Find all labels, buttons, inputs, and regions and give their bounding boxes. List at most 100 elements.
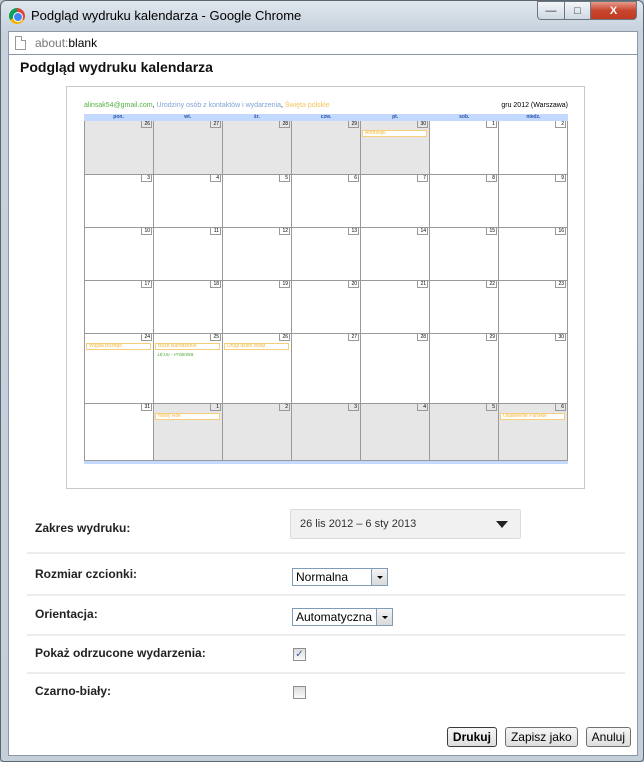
title-bar[interactable]: Podgląd wydruku kalendarza - Google Chro… xyxy=(1,1,643,31)
day-cell[interactable]: 16 xyxy=(499,228,568,280)
url-scheme: about: xyxy=(35,36,69,50)
chevron-down-icon xyxy=(376,609,392,625)
day-cell[interactable]: 5 xyxy=(430,404,499,460)
day-cell[interactable]: 24 Wigilia Bożego xyxy=(85,334,154,403)
day-number: 3 xyxy=(141,175,152,182)
day-number: 1 xyxy=(486,121,497,128)
week-row: 10 11 12 13 14 15 16 xyxy=(85,228,568,281)
day-cell[interactable]: 8 xyxy=(430,175,499,227)
day-cell[interactable]: 1 xyxy=(430,121,499,174)
font-size-value: Normalna xyxy=(296,570,349,584)
calendar-grid: pon. wt. śr. czw. pt. sob. niedz. 26 27 28 29 30 An… xyxy=(84,114,568,471)
calendar-list: alinsak54@gmail.com, Urodziny osób z kon… xyxy=(84,102,330,109)
weekday-label: wt. xyxy=(184,114,192,120)
calendar-name: Święta polskie xyxy=(284,102,330,109)
day-number: 20 xyxy=(348,281,359,288)
day-cell[interactable]: 3 xyxy=(292,404,361,460)
day-cell[interactable]: 28 xyxy=(361,334,430,403)
day-number: 27 xyxy=(210,121,221,128)
orientation-select[interactable]: Automatyczna xyxy=(292,608,393,626)
day-cell[interactable]: 1 Nowy Rok xyxy=(154,404,223,460)
weekday-label: czw. xyxy=(320,114,332,120)
window-controls: — □ X xyxy=(537,1,637,21)
day-cell[interactable]: 31 xyxy=(85,404,154,460)
maximize-button[interactable]: □ xyxy=(564,1,591,20)
day-cell[interactable]: 9 xyxy=(499,175,568,227)
day-cell[interactable]: 2 xyxy=(499,121,568,174)
day-number: 17 xyxy=(141,281,152,288)
day-cell[interactable]: 22 xyxy=(430,281,499,333)
day-cell[interactable]: 10 xyxy=(85,228,154,280)
calendar-event[interactable]: Drugi dzień świąt xyxy=(224,343,289,350)
day-number: 26 xyxy=(279,334,290,341)
day-cell[interactable]: 7 xyxy=(361,175,430,227)
day-cell[interactable]: 30 xyxy=(499,334,568,403)
day-cell[interactable]: 15 xyxy=(430,228,499,280)
range-value: 26 lis 2012 – 6 sty 2013 xyxy=(300,518,417,530)
day-cell[interactable]: 29 xyxy=(430,334,499,403)
close-button[interactable]: X xyxy=(591,1,637,20)
day-cell[interactable]: 26 xyxy=(85,121,154,174)
day-cell[interactable]: 6 xyxy=(292,175,361,227)
day-number: 29 xyxy=(348,121,359,128)
maximize-icon: □ xyxy=(574,4,581,17)
weekday-label: pon. xyxy=(113,114,124,120)
day-cell[interactable]: 27 xyxy=(154,121,223,174)
page-content: Podgląd wydruku kalendarza alinsak54@gma… xyxy=(8,55,638,756)
font-size-label: Rozmiar czcionki: xyxy=(35,567,138,581)
day-number: 23 xyxy=(555,281,566,288)
font-size-select[interactable]: Normalna xyxy=(292,568,388,586)
calendar-event[interactable]: 18:00 - Prasowa xyxy=(155,353,220,360)
range-dropdown[interactable]: 26 lis 2012 – 6 sty 2013 xyxy=(290,509,521,539)
week-row: 17 18 19 20 21 22 23 xyxy=(85,281,568,334)
black-white-row: Czarno-biały: xyxy=(27,674,625,712)
address-bar[interactable]: about:blank xyxy=(8,31,638,55)
day-cell[interactable]: 2 xyxy=(223,404,292,460)
calendar-event[interactable]: Andrzejki xyxy=(362,130,427,137)
day-number: 14 xyxy=(417,228,428,235)
print-button[interactable]: Drukuj xyxy=(446,727,497,747)
day-cell[interactable]: 17 xyxy=(85,281,154,333)
day-number: 13 xyxy=(348,228,359,235)
calendar-event[interactable]: Nowy Rok xyxy=(155,413,220,420)
print-preview: alinsak54@gmail.com, Urodziny osób z kon… xyxy=(66,86,585,489)
calendar-event[interactable]: Objawienie Pańskie xyxy=(500,413,565,420)
day-number: 6 xyxy=(555,404,566,411)
day-number: 27 xyxy=(348,334,359,341)
calendar-event[interactable]: Boże Narodzenie xyxy=(155,343,220,350)
day-cell[interactable]: 3 xyxy=(85,175,154,227)
day-cell[interactable]: 21 xyxy=(361,281,430,333)
day-cell[interactable]: 27 xyxy=(292,334,361,403)
day-number: 26 xyxy=(141,121,152,128)
day-cell[interactable]: 26 Drugi dzień świąt xyxy=(223,334,292,403)
day-cell[interactable]: 12 xyxy=(223,228,292,280)
day-cell[interactable]: 18 xyxy=(154,281,223,333)
day-cell[interactable]: 25 Boże Narodzenie 18:00 - Prasowa xyxy=(154,334,223,403)
black-white-checkbox[interactable] xyxy=(293,686,306,699)
weekday-label: niedz. xyxy=(526,114,541,120)
orientation-value: Automatyczna xyxy=(296,610,373,624)
show-declined-checkbox[interactable]: ✓ xyxy=(293,648,306,661)
day-cell[interactable]: 11 xyxy=(154,228,223,280)
save-as-button[interactable]: Zapisz jako xyxy=(504,727,578,747)
minimize-button[interactable]: — xyxy=(537,1,564,20)
day-cell[interactable]: 29 xyxy=(292,121,361,174)
day-cell[interactable]: 5 xyxy=(223,175,292,227)
day-cell[interactable]: 4 xyxy=(361,404,430,460)
day-cell[interactable]: 13 xyxy=(292,228,361,280)
day-cell[interactable]: 20 xyxy=(292,281,361,333)
day-cell[interactable]: 6 Objawienie Pańskie xyxy=(499,404,568,460)
calendar-name: alinsak54@gmail.com xyxy=(84,102,153,109)
day-cell[interactable]: 28 xyxy=(223,121,292,174)
cancel-button[interactable]: Anuluj xyxy=(585,727,631,747)
day-number: 16 xyxy=(555,228,566,235)
day-cell[interactable]: 23 xyxy=(499,281,568,333)
day-number: 5 xyxy=(486,404,497,411)
day-cell[interactable]: 14 xyxy=(361,228,430,280)
day-cell[interactable]: 30 Andrzejki xyxy=(361,121,430,174)
day-cell[interactable]: 4 xyxy=(154,175,223,227)
window-title: Podgląd wydruku kalendarza - Google Chro… xyxy=(31,8,302,23)
day-cell[interactable]: 19 xyxy=(223,281,292,333)
calendar-event[interactable]: Wigilia Bożego xyxy=(86,343,151,350)
weekday-label: śr. xyxy=(253,114,260,120)
